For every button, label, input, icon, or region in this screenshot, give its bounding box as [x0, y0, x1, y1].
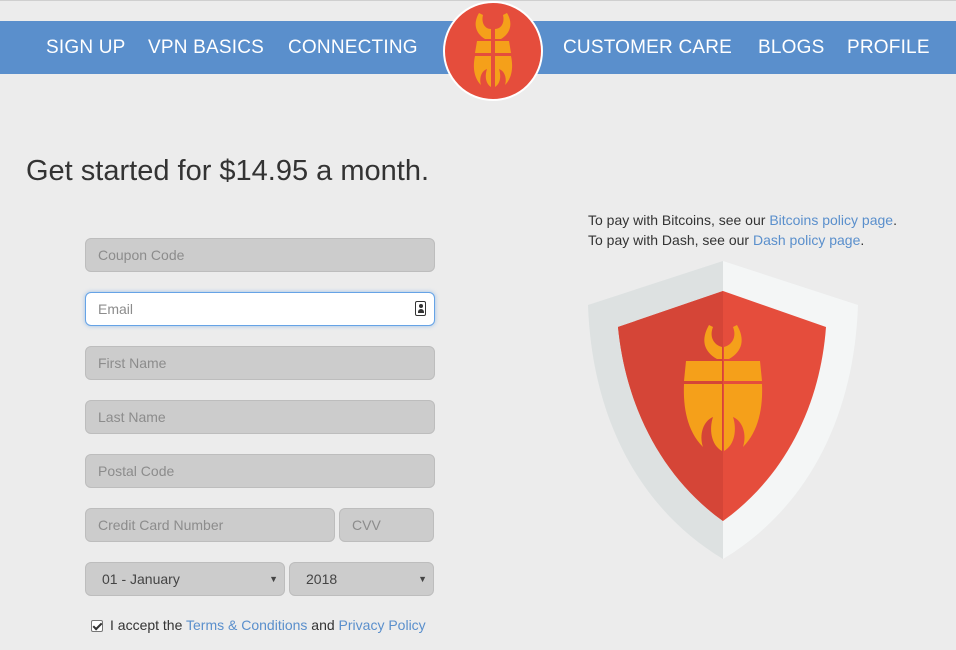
- page-title: Get started for $14.95 a month.: [26, 155, 430, 187]
- cvv-input[interactable]: [339, 508, 434, 542]
- dash-policy-link[interactable]: Dash policy page: [753, 232, 860, 248]
- dash-suffix: .: [860, 232, 865, 248]
- accept-prefix: I accept the: [110, 617, 187, 633]
- chevron-down-icon: ▼: [269, 574, 278, 584]
- nav-profile[interactable]: PROFILE: [847, 21, 930, 74]
- bitcoin-policy-link[interactable]: Bitcoins policy page: [769, 212, 893, 228]
- expiry-year-select[interactable]: 2018 ▼: [289, 562, 434, 596]
- last-name-input[interactable]: [85, 400, 435, 434]
- accept-and: and: [307, 617, 339, 633]
- accept-terms-checkbox[interactable]: [91, 620, 103, 632]
- nav-customer-care[interactable]: CUSTOMER CARE: [563, 21, 732, 74]
- expiry-month-select[interactable]: 01 - January ▼: [85, 562, 285, 596]
- credit-card-input[interactable]: [85, 508, 335, 542]
- contact-card-icon[interactable]: [415, 301, 426, 316]
- bitcoin-suffix: .: [893, 212, 897, 228]
- terms-link[interactable]: Terms & Conditions: [186, 617, 307, 633]
- coupon-code-input[interactable]: [85, 238, 435, 272]
- email-input[interactable]: [85, 292, 435, 326]
- expiry-year-value: 2018: [306, 571, 338, 587]
- bitcoin-payment-note: To pay with Bitcoins, see our Bitcoins p…: [588, 212, 897, 228]
- dash-prefix: To pay with Dash, see our: [588, 232, 753, 248]
- nav-vpn-basics[interactable]: VPN BASICS: [148, 21, 264, 74]
- top-border: [0, 0, 956, 1]
- bitcoin-prefix: To pay with Bitcoins, see our: [588, 212, 770, 228]
- expiry-month-value: 01 - January: [102, 571, 180, 587]
- nav-sign-up[interactable]: SIGN UP: [46, 21, 126, 74]
- email-field-wrapper: [85, 292, 435, 326]
- nav-connecting[interactable]: CONNECTING: [288, 21, 418, 74]
- nav-blogs[interactable]: BLOGS: [758, 21, 824, 74]
- dash-payment-note: To pay with Dash, see our Dash policy pa…: [588, 232, 864, 248]
- shield-logo-icon: [588, 261, 858, 559]
- horned-helmet-logo-icon[interactable]: [443, 1, 543, 101]
- first-name-input[interactable]: [85, 346, 435, 380]
- chevron-down-icon: ▼: [418, 574, 427, 584]
- accept-terms-label: I accept the Terms & Conditions and Priv…: [110, 617, 426, 633]
- privacy-link[interactable]: Privacy Policy: [339, 617, 426, 633]
- postal-code-input[interactable]: [85, 454, 435, 488]
